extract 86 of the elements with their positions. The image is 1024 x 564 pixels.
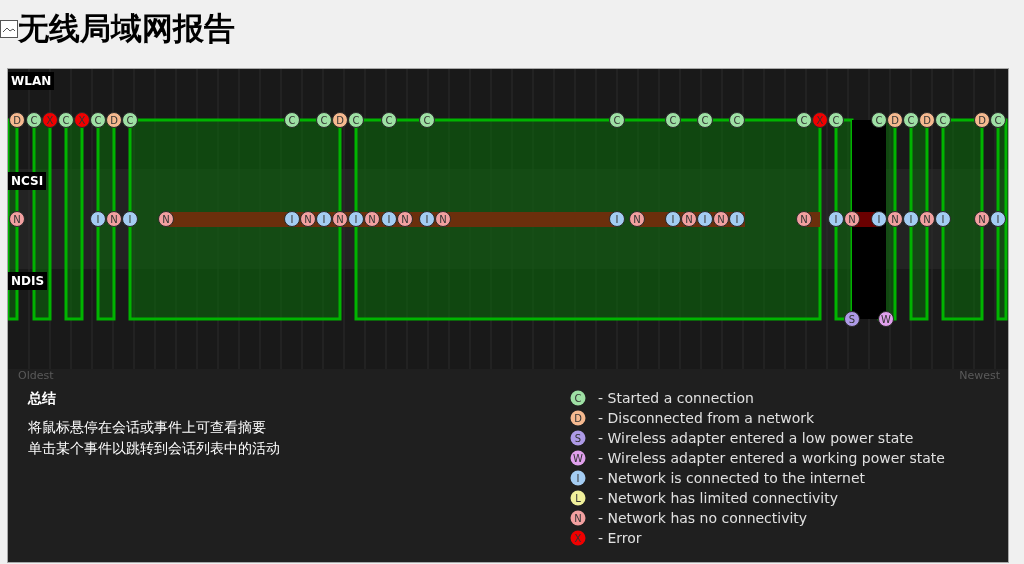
event-marker[interactable]: C [903, 112, 919, 128]
event-marker[interactable]: N [844, 211, 860, 227]
legend-marker: L [570, 490, 586, 506]
event-marker[interactable]: I [90, 211, 106, 227]
event-marker[interactable]: I [122, 211, 138, 227]
event-marker[interactable]: I [284, 211, 300, 227]
event-marker[interactable]: C [609, 112, 625, 128]
event-marker[interactable]: C [935, 112, 951, 128]
session-block[interactable] [996, 118, 1008, 321]
summary-text: 单击某个事件以跳转到会话列表中的活动 [28, 439, 281, 458]
event-marker[interactable]: N [300, 211, 316, 227]
event-marker[interactable]: N [681, 211, 697, 227]
event-marker[interactable]: N [332, 211, 348, 227]
event-marker[interactable]: I [665, 211, 681, 227]
row-label: NDIS [8, 272, 48, 290]
event-marker[interactable]: C [122, 112, 138, 128]
broken-image-icon [0, 20, 18, 38]
event-marker[interactable]: C [665, 112, 681, 128]
event-marker[interactable]: I [348, 211, 364, 227]
event-marker[interactable]: N [713, 211, 729, 227]
row-label: WLAN [8, 72, 55, 90]
event-marker[interactable]: C [871, 112, 887, 128]
legend-marker: N [570, 510, 586, 526]
event-marker[interactable]: N [158, 211, 174, 227]
legend-marker: C [570, 390, 586, 406]
event-marker[interactable]: C [348, 112, 364, 128]
event-marker[interactable]: I [903, 211, 919, 227]
summary-heading: 总结 [28, 389, 57, 408]
event-marker[interactable]: I [316, 211, 332, 227]
event-marker[interactable]: I [381, 211, 397, 227]
event-marker[interactable]: I [828, 211, 844, 227]
legend-text: - Wireless adapter entered a working power state [598, 450, 945, 466]
event-marker[interactable]: I [729, 211, 745, 227]
event-marker[interactable]: D [9, 112, 25, 128]
event-marker[interactable]: C [58, 112, 74, 128]
legend-marker: D [570, 410, 586, 426]
event-marker[interactable]: N [397, 211, 413, 227]
legend-marker: S [570, 430, 586, 446]
event-marker[interactable]: C [796, 112, 812, 128]
event-marker[interactable]: S [844, 311, 860, 327]
legend-text: - Network has no connectivity [598, 510, 808, 526]
legend-text: - Started a connection [598, 390, 754, 406]
axis-label: Oldest [18, 369, 54, 382]
event-marker[interactable]: D [887, 112, 903, 128]
event-marker[interactable]: C [90, 112, 106, 128]
event-marker[interactable]: N [887, 211, 903, 227]
row-label: NCSI [8, 172, 47, 190]
event-marker[interactable]: I [697, 211, 713, 227]
event-marker[interactable]: D [106, 112, 122, 128]
event-marker[interactable]: C [26, 112, 42, 128]
event-marker[interactable]: I [935, 211, 951, 227]
event-marker[interactable]: N [974, 211, 990, 227]
event-marker[interactable]: C [284, 112, 300, 128]
event-marker[interactable]: D [919, 112, 935, 128]
event-marker[interactable]: C [419, 112, 435, 128]
event-marker[interactable]: D [332, 112, 348, 128]
legend-marker: X [570, 530, 586, 546]
event-marker[interactable]: I [990, 211, 1006, 227]
event-marker[interactable]: N [9, 211, 25, 227]
event-marker[interactable]: C [316, 112, 332, 128]
event-marker[interactable]: C [729, 112, 745, 128]
legend-marker: W [570, 450, 586, 466]
axis-label: Newest [959, 369, 1000, 382]
event-marker[interactable]: C [828, 112, 844, 128]
legend-text: - Wireless adapter entered a low power state [598, 430, 914, 446]
legend-text: - Disconnected from a network [598, 410, 815, 426]
legend-text: - Error [598, 530, 642, 546]
event-marker[interactable]: I [609, 211, 625, 227]
legend-marker: I [570, 470, 586, 486]
event-marker[interactable]: C [990, 112, 1006, 128]
event-marker[interactable]: C [381, 112, 397, 128]
event-marker[interactable]: N [796, 211, 812, 227]
summary-text: 将鼠标悬停在会话或事件上可查看摘要 [28, 418, 267, 437]
event-marker[interactable]: I [419, 211, 435, 227]
legend-text: - Network is connected to the internet [598, 470, 866, 486]
event-marker[interactable]: I [871, 211, 887, 227]
event-marker[interactable]: D [974, 112, 990, 128]
event-marker[interactable]: W [878, 311, 894, 327]
page-title: 无线局域网报告 [18, 9, 235, 48]
event-marker[interactable]: N [364, 211, 380, 227]
legend-text: - Network has limited connectivity [598, 490, 838, 506]
event-marker[interactable]: C [697, 112, 713, 128]
event-marker[interactable]: N [106, 211, 122, 227]
event-marker[interactable]: N [919, 211, 935, 227]
event-marker[interactable]: N [435, 211, 451, 227]
event-marker[interactable]: N [629, 211, 645, 227]
